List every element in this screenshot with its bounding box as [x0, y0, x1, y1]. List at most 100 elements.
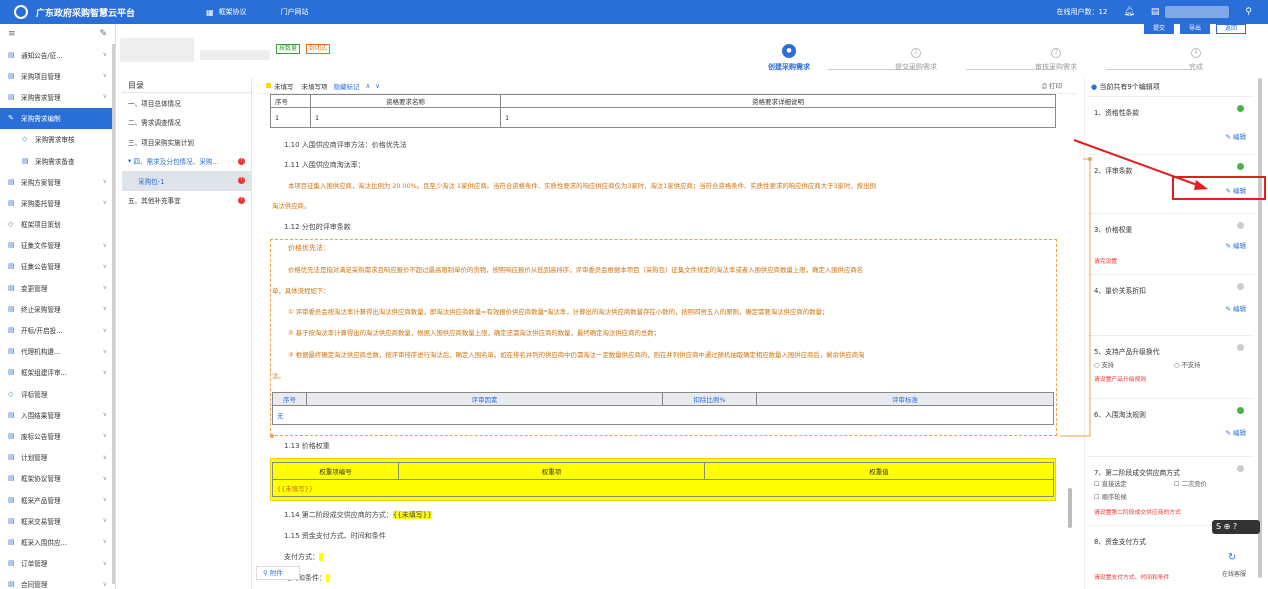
weight-table: 权重项编号 权重项 权重值 {{未填写}} — [272, 462, 1054, 497]
chevron-down-icon: ∨ — [102, 453, 107, 461]
edit-panel: ● 当前共有9个编辑项 1、资格性条款 ✎ 编辑 2、评审条款 ✎ 编辑 3、价格权… — [1084, 78, 1256, 589]
doc-scrollbar[interactable] — [1068, 488, 1072, 528]
checkbox-direct[interactable]: ☐ 直接选定 — [1094, 479, 1127, 488]
sidebar-item[interactable]: ▤ 采购项目管理 ∨ — [0, 65, 115, 86]
sidebar-item[interactable]: ▤ 采购方案管理 ∨ — [0, 171, 115, 192]
print-button[interactable]: ⎙ 打印 — [1042, 80, 1062, 91]
sidebar-item[interactable]: ▤ 采购需求管理 ∨ — [0, 86, 115, 107]
sidebar-item[interactable]: ▤ 框采入围供应... ∨ — [0, 531, 115, 552]
toc-item[interactable]: 三、项目采购实施计划 — [122, 132, 251, 152]
sidebar-item[interactable]: ▤ 征集公告管理 ∨ — [0, 256, 115, 277]
sidebar-item[interactable]: ▤ 订单管理 ∨ — [0, 553, 115, 574]
checkbox-order[interactable]: ☐ 顺序轮候 — [1094, 492, 1127, 501]
export-button[interactable]: 导出 — [1180, 24, 1210, 34]
panel-scrollbar[interactable] — [1258, 78, 1262, 578]
nav-framework[interactable]: ▦ 框架协议 — [206, 7, 247, 17]
toc-item[interactable]: 二、需求调查情况 — [122, 113, 251, 133]
sidebar-item[interactable]: ▤ 合同管理 ∨ — [0, 574, 115, 589]
diamond-icon: ◇ — [22, 135, 28, 144]
sidebar-item[interactable]: ▤ 框架组建评审... ∨ — [0, 362, 115, 383]
price-first-title: 价格优先法： — [288, 244, 330, 252]
error-badge: ! — [238, 196, 245, 204]
edit-button[interactable]: ✎ 编辑 — [1225, 427, 1246, 437]
submit-button[interactable]: 提交 — [1144, 24, 1174, 34]
online-service[interactable]: 在线客服 — [1222, 569, 1246, 578]
sidebar-item[interactable]: ▤ 框采产品管理 ∨ — [0, 489, 115, 510]
sidebar-item[interactable]: ▤ 终止采购管理 ∨ — [0, 298, 115, 319]
sidebar-item-label: 入围结果管理 — [21, 411, 61, 420]
radio-nosupport[interactable]: ○ 不支持 — [1174, 360, 1200, 369]
attachment-tab[interactable]: ⚲ 附件 — [256, 566, 300, 580]
radio-support[interactable]: ○ 支持 — [1094, 360, 1114, 369]
chevron-down-icon: ∨ — [102, 262, 107, 270]
toc-item[interactable]: 一、项目总体情况 — [122, 93, 251, 113]
sidebar-item-label: 开标/开启投... — [21, 327, 63, 336]
sidebar-item[interactable]: ▤ 征集文件管理 ∨ — [0, 235, 115, 256]
sidebar-item-label: 采购需求审核 — [35, 136, 75, 145]
sidebar-scrollbar[interactable] — [112, 44, 115, 584]
sidebar-item-label: 采购需求备查 — [35, 157, 75, 166]
sidebar-item[interactable]: ▤ 废标公告管理 ∨ — [0, 425, 115, 446]
doc-icon: ▤ — [8, 177, 15, 186]
sidebar-item[interactable]: ▤ 通知公告/征... ∨ — [0, 44, 115, 65]
sidebar-item[interactable]: ▤ 代理机构遴... ∨ — [0, 341, 115, 362]
document-icon[interactable]: ▤ — [1151, 7, 1160, 17]
clause-1-12: 1.12 分包的评审条款 — [284, 223, 351, 231]
sidebar-item[interactable]: ▤ 开标/开启投... ∨ — [0, 319, 115, 340]
table-header: 序号 — [272, 392, 307, 406]
edit-icon: ✎ — [8, 114, 14, 123]
user-icon[interactable]: ⚲ — [1245, 7, 1252, 17]
sidebar-item[interactable]: ▤ 入围结果管理 ∨ — [0, 404, 115, 425]
pin-icon[interactable]: ✎ — [99, 29, 107, 39]
chevron-down-icon: ∨ — [102, 178, 107, 186]
chevron-up-icon[interactable]: ∧ — [366, 82, 371, 90]
sidebar-item[interactable]: ◇ 采购需求审核 — [0, 129, 115, 150]
sidebar-item-label: 代理机构遴... — [21, 348, 61, 357]
sidebar-item[interactable]: ▤ 采购委托管理 ∨ — [0, 192, 115, 213]
sidebar-item-label: 征集文件管理 — [21, 242, 61, 251]
sidebar-item[interactable]: ▤ 框采交易管理 ∨ — [0, 510, 115, 531]
edit-button[interactable]: ✎ 编辑 — [1225, 240, 1246, 250]
menu-icon[interactable]: ≡ — [8, 29, 16, 39]
sidebar-item[interactable]: ▤ 框架协议管理 ∨ — [0, 468, 115, 489]
sidebar-item[interactable]: ◇ 框架项目策划 — [0, 214, 115, 235]
missing-value[interactable] — [326, 574, 331, 582]
toc-item[interactable]: 五、其他补充事宜! — [122, 191, 251, 211]
missing-value[interactable]: {{未填写}} — [392, 511, 432, 519]
toolbar-chip[interactable]: S ⊕ ? — [1212, 520, 1260, 534]
refresh-icon[interactable]: ↻ — [1228, 552, 1236, 563]
nav-portal[interactable]: 门户网站 — [281, 7, 309, 17]
back-button[interactable]: 返回 — [1216, 24, 1246, 34]
toc-item-package[interactable]: 采购包-1! — [122, 171, 251, 191]
sidebar-item[interactable]: ◇ 评标管理 — [0, 383, 115, 404]
doc-icon: ▤ — [8, 71, 15, 80]
chevron-down-icon: ∨ — [102, 93, 107, 101]
chevron-down-icon: ∨ — [102, 284, 107, 292]
chevron-down-icon: ∨ — [102, 559, 107, 567]
progress-steps: ● 创建采购需求 2 提交采购需求 3 审核采购需求 4 完成 — [736, 44, 1203, 74]
check-icon — [1237, 105, 1244, 112]
edit-card: 3、价格权重 ✎ 编辑 请完设置 — [1088, 213, 1254, 273]
doc-icon: ▤ — [8, 241, 15, 250]
table-header: 权重值 — [704, 462, 1054, 480]
toc-panel: 目录 一、项目总体情况 二、需求调查情况 三、项目采购实施计划 ▾ 四、需求及分… — [122, 78, 252, 589]
table-header: 扣除比例% — [662, 392, 757, 406]
sidebar-item[interactable]: ▤ 采购需求备查 — [0, 150, 115, 171]
doc-icon: ▤ — [8, 198, 15, 207]
bell-icon[interactable]: 🔔︎ — [1123, 7, 1134, 17]
chevron-down-icon: ∨ — [102, 326, 107, 334]
legend-hidden[interactable]: 隐藏标记 — [334, 81, 360, 91]
step-4: 4 完成 — [1189, 48, 1203, 71]
sidebar-item[interactable]: ▤ 变更管理 ∨ — [0, 277, 115, 298]
toc-item[interactable]: ▾ 四、需求及分包情况、采购...! — [122, 152, 251, 172]
checkbox-bid[interactable]: ☐ 二次竞价 — [1174, 479, 1207, 488]
pending-icon — [1237, 283, 1244, 290]
sidebar-item[interactable]: ✎ 采购需求编制 — [0, 107, 115, 129]
edit-button[interactable]: ✎ 编辑 — [1225, 303, 1246, 313]
rule-3: ③ 根据最终确定淘汰供应商总数，按评审排序进行淘汰后，确定入围名单。如在排名并列… — [288, 351, 865, 359]
sidebar-item[interactable]: ▤ 计划管理 ∨ — [0, 447, 115, 468]
missing-value[interactable] — [319, 553, 324, 561]
chevron-down-icon[interactable]: ∨ — [375, 82, 380, 90]
edit-button[interactable]: ✎ 编辑 — [1225, 131, 1246, 141]
user-name[interactable] — [1165, 6, 1230, 18]
